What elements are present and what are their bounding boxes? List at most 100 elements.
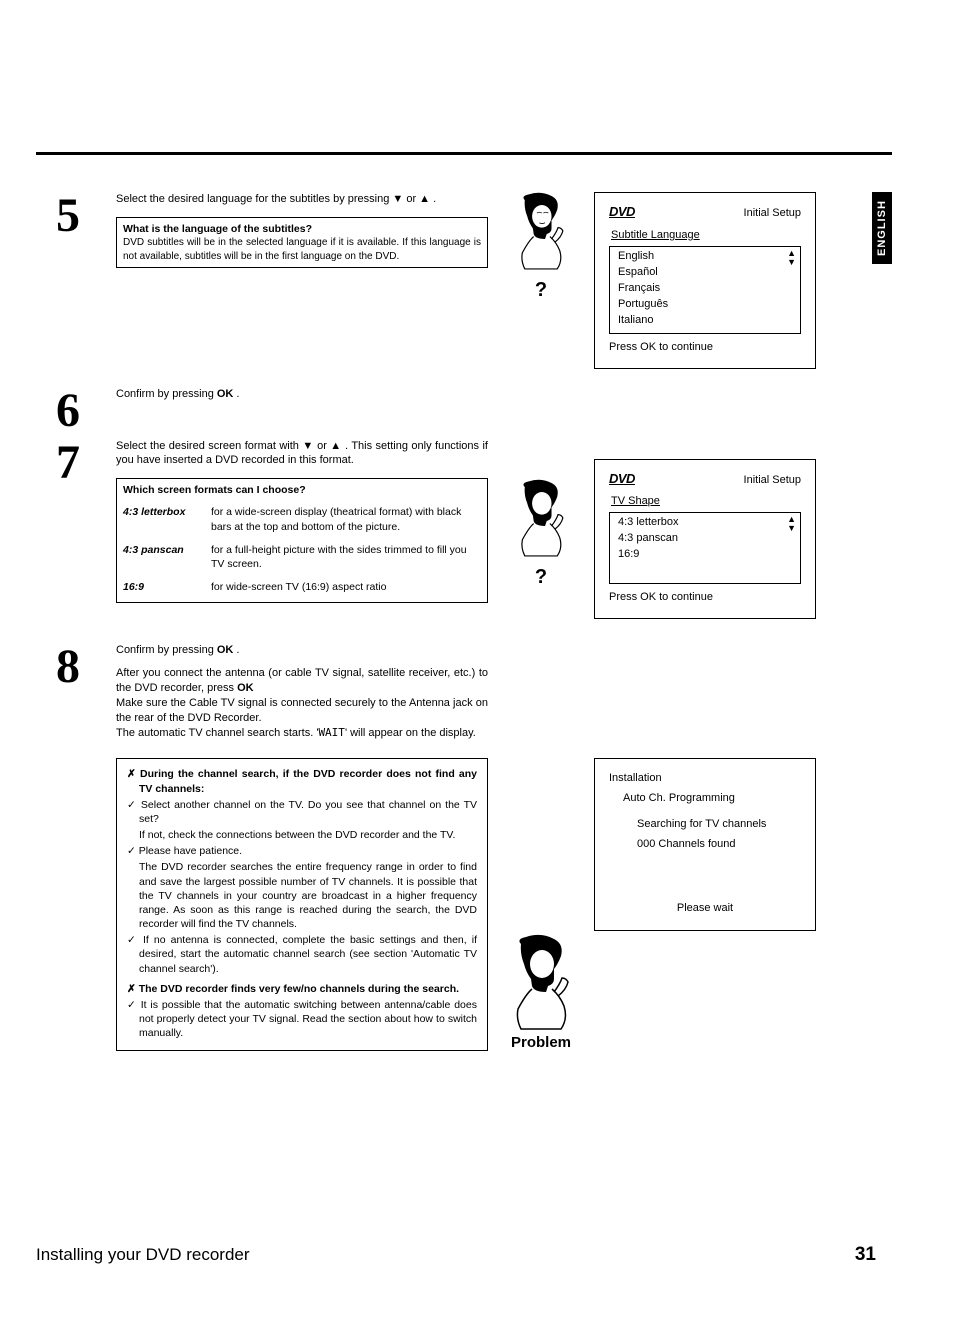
step-5-body: Select the desired language for the subt… xyxy=(116,192,488,268)
man-icon xyxy=(506,934,576,1034)
step-5-row: 5 Select the desired language for the su… xyxy=(36,192,858,369)
osd-subtitle-language: DVD Initial Setup Subtitle Language ▲▼ E… xyxy=(594,192,816,369)
wait-display-text: WAIT xyxy=(318,726,345,739)
subtitle-box-body: DVD subtitles will be in the selected la… xyxy=(123,236,481,263)
step-6-post: . xyxy=(233,388,239,400)
step-6-row: 6 Confirm by pressing OK . xyxy=(36,387,858,435)
scroll-arrows-icon: ▲▼ xyxy=(787,515,796,533)
format-desc: for wide-screen TV (16:9) aspect ratio xyxy=(211,580,481,594)
question-mark-icon: ? xyxy=(535,279,547,302)
thinking-man-icon: ? xyxy=(506,192,576,302)
trouble-item: Please have patience. xyxy=(127,844,477,858)
list-item: English xyxy=(610,249,800,265)
subtitle-info-box: What is the language of the subtitles? D… xyxy=(116,217,488,268)
troubleshoot-box: During the channel search, if the DVD re… xyxy=(116,758,488,1051)
osd-continue-hint: Press OK to continue xyxy=(609,590,801,606)
step-7-row: 7 Select the desired screen format with … xyxy=(36,439,858,620)
problem-label: Problem xyxy=(511,1034,571,1051)
list-item: Français xyxy=(610,281,800,297)
osd-install-col: Installation Auto Ch. Programming Search… xyxy=(594,758,816,931)
trouble-item: It is possible that the automatic switch… xyxy=(127,998,477,1041)
screen-format-table: 4:3 letterbox for a wide-screen display … xyxy=(123,501,481,598)
osd-install-sub: Auto Ch. Programming xyxy=(609,789,801,809)
osd-subtitle-col: DVD Initial Setup Subtitle Language ▲▼ E… xyxy=(594,192,816,369)
step-8-para3: Make sure the Cable TV signal is connect… xyxy=(116,696,488,726)
list-item: Italiano xyxy=(610,313,800,329)
problem-icon-col: Problem xyxy=(504,924,578,1051)
format-label: 4:3 panscan xyxy=(123,543,201,571)
step-8-para4: The automatic TV channel search starts. … xyxy=(116,726,488,741)
step-8-confirm: Confirm by pressing OK . xyxy=(116,643,488,658)
list-item: 16:9 xyxy=(610,547,800,563)
dvd-logo-icon: DVD xyxy=(609,203,635,222)
question-mark-icon: ? xyxy=(535,566,547,589)
trouble-item: If not, check the connections between th… xyxy=(127,828,477,842)
osd-install-wait: Please wait xyxy=(609,899,801,919)
txt: After you connect the antenna (or cable … xyxy=(116,667,488,694)
step-5-text: Select the desired language for the subt… xyxy=(116,192,488,207)
ok-label: OK xyxy=(237,682,254,694)
man-icon xyxy=(506,479,576,560)
page-content: 5 Select the desired language for the su… xyxy=(36,192,858,1051)
osd-tvshape-col: DVD Initial Setup TV Shape ▲▼ 4:3 letter… xyxy=(594,439,816,620)
step-6-body: Confirm by pressing OK . xyxy=(116,387,488,435)
thinking-man-icon: ? xyxy=(506,479,576,589)
screen-format-box: Which screen formats can I choose? 4:3 l… xyxy=(116,478,488,603)
table-row: 4:3 letterbox for a wide-screen display … xyxy=(123,501,481,537)
format-label: 4:3 letterbox xyxy=(123,505,201,533)
format-desc: for a wide-screen display (theatrical fo… xyxy=(211,505,481,533)
step-8-para2: After you connect the antenna (or cable … xyxy=(116,666,488,696)
scroll-arrows-icon: ▲▼ xyxy=(787,249,796,267)
osd-tvshape-list: ▲▼ 4:3 letterbox 4:3 panscan 16:9 xyxy=(609,512,801,584)
trouble-item: Select another channel on the TV. Do you… xyxy=(127,798,477,826)
ok-label: OK xyxy=(217,388,234,400)
step-number-8: 8 xyxy=(36,643,100,691)
osd-tv-shape: DVD Initial Setup TV Shape ▲▼ 4:3 letter… xyxy=(594,459,816,620)
txt: . xyxy=(233,644,239,656)
format-desc: for a full-height picture with the sides… xyxy=(211,543,481,571)
osd-install-line1: Searching for TV channels xyxy=(609,815,801,835)
page-footer: Installing your DVD recorder 31 xyxy=(36,1244,876,1266)
list-item: Español xyxy=(610,265,800,281)
step-7-body: Select the desired screen format with ▼ … xyxy=(116,439,488,604)
step-7-text: Select the desired screen format with ▼ … xyxy=(116,439,488,469)
osd-installation: Installation Auto Ch. Programming Search… xyxy=(594,758,816,931)
txt: ' will appear on the display. xyxy=(345,727,476,739)
ok-label: OK xyxy=(217,644,234,656)
question-icon-col-2: ? xyxy=(504,439,578,589)
trouble-heading-1: During the channel search, if the DVD re… xyxy=(127,767,477,795)
screen-format-title: Which screen formats can I choose? xyxy=(123,483,481,497)
trouble-item: The DVD recorder searches the entire fre… xyxy=(127,860,477,931)
list-item: 4:3 letterbox xyxy=(610,515,800,531)
step-8-row: 8 Confirm by pressing OK . After you con… xyxy=(36,643,858,740)
list-item: 4:3 panscan xyxy=(610,531,800,547)
osd-header-initial-setup: Initial Setup xyxy=(744,473,801,489)
step-number-7: 7 xyxy=(36,439,100,487)
txt: Confirm by pressing xyxy=(116,644,217,656)
list-item: Português xyxy=(610,297,800,313)
troubleshoot-col: During the channel search, if the DVD re… xyxy=(116,758,488,1051)
thinking-man-icon xyxy=(506,924,576,1034)
language-tab-english: ENGLISH xyxy=(872,192,892,264)
step-8-body: Confirm by pressing OK . After you conne… xyxy=(116,643,488,740)
osd-tvshape-title: TV Shape xyxy=(611,494,801,510)
txt: The automatic TV channel search starts. … xyxy=(116,727,318,739)
format-label: 16:9 xyxy=(123,580,201,594)
osd-continue-hint: Press OK to continue xyxy=(609,340,801,356)
step-6-pre: Confirm by pressing xyxy=(116,388,217,400)
trouble-heading-2: The DVD recorder finds very few/no chann… xyxy=(127,982,477,996)
table-row: 4:3 panscan for a full-height picture wi… xyxy=(123,538,481,575)
osd-header-initial-setup: Initial Setup xyxy=(744,206,801,222)
horizontal-rule xyxy=(36,152,892,155)
troubleshoot-row: During the channel search, if the DVD re… xyxy=(36,758,858,1051)
step-number-5: 5 xyxy=(36,192,100,240)
osd-subtitle-list: ▲▼ English Español Français Português It… xyxy=(609,246,801,334)
osd-install-line2: 000 Channels found xyxy=(609,835,801,855)
man-icon xyxy=(506,192,576,273)
trouble-item: If no antenna is connected, complete the… xyxy=(127,933,477,976)
question-icon-col-1: ? xyxy=(504,192,578,302)
page-number: 31 xyxy=(855,1244,876,1266)
osd-subtitle-title: Subtitle Language xyxy=(611,228,801,244)
footer-title: Installing your DVD recorder xyxy=(36,1245,250,1265)
dvd-logo-icon: DVD xyxy=(609,470,635,489)
